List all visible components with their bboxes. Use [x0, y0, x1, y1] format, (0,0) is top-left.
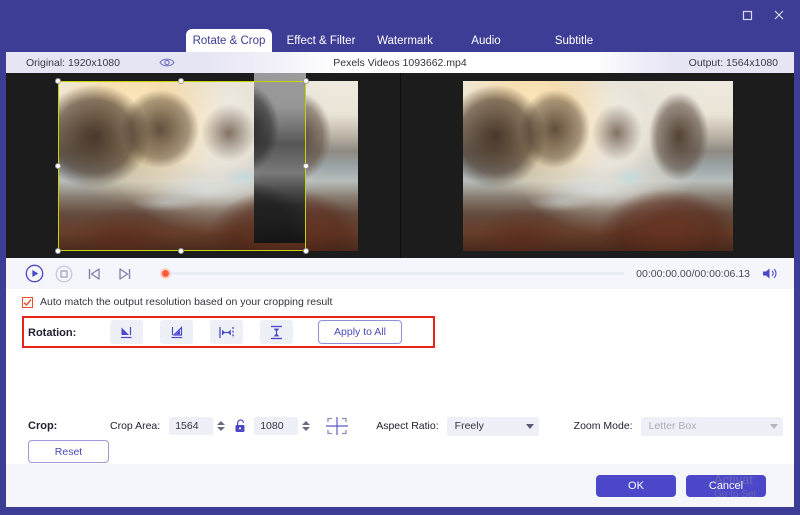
apply-to-all-button[interactable]: Apply to All	[318, 320, 402, 344]
original-video-frame	[58, 81, 358, 251]
aspect-ratio-select[interactable]: Freely	[446, 416, 539, 436]
crop-handle-middle-right[interactable]	[303, 163, 309, 169]
rotate-right-icon[interactable]	[160, 320, 193, 344]
maximize-icon[interactable]	[734, 4, 760, 26]
output-video-frame	[462, 81, 733, 251]
crop-handle-bottom-right[interactable]	[303, 248, 309, 254]
tab-audio[interactable]: Audio	[460, 29, 512, 54]
aspect-ratio-label: Aspect Ratio:	[376, 420, 439, 432]
output-preview[interactable]	[399, 73, 794, 258]
crop-height-input[interactable]: 1080	[254, 417, 299, 435]
zoom-mode-label: Zoom Mode:	[573, 420, 633, 432]
crop-height-stepper[interactable]	[300, 417, 311, 435]
previous-frame-icon[interactable]	[82, 262, 106, 286]
player-bar: 00:00:00.00/00:00:06.13	[6, 258, 794, 289]
chevron-down-icon	[769, 423, 778, 429]
crop-width-input[interactable]: 1564	[169, 417, 214, 435]
stop-icon[interactable]	[52, 262, 76, 286]
crosshair-icon[interactable]	[324, 416, 350, 436]
tab-bar: Rotate & Crop Effect & Filter Watermark …	[0, 27, 800, 54]
crop-label: Crop:	[28, 420, 58, 432]
auto-match-row[interactable]: Auto match the output resolution based o…	[22, 296, 332, 308]
rotate-left-icon[interactable]	[110, 320, 143, 344]
output-info: Output: 1564x1080	[594, 52, 794, 73]
rotate-crop-dialog: Rotate & Crop Effect & Filter Watermark …	[0, 0, 800, 515]
volume-icon[interactable]	[758, 263, 780, 285]
lock-icon[interactable]	[234, 419, 246, 433]
auto-match-label: Auto match the output resolution based o…	[40, 296, 333, 308]
controls-area: Auto match the output resolution based o…	[6, 289, 794, 464]
seek-bar[interactable]	[154, 262, 625, 286]
ok-button[interactable]: OK	[596, 475, 676, 497]
flip-horizontal-icon[interactable]	[210, 320, 243, 344]
original-resolution-label: Original: 1920x1080	[26, 56, 120, 69]
crop-excluded-region	[254, 73, 306, 243]
tab-rotate-crop[interactable]: Rotate & Crop	[186, 29, 272, 54]
crop-handle-top-right[interactable]	[303, 78, 309, 84]
zoom-mode-select: Letter Box	[640, 416, 783, 436]
cancel-button[interactable]: Cancel	[686, 475, 766, 497]
play-icon[interactable]	[22, 262, 46, 286]
original-preview[interactable]	[6, 73, 400, 258]
rotation-buttons: Apply to All	[110, 316, 402, 348]
crop-handle-top-left[interactable]	[55, 78, 61, 84]
main-panel: Original: 1920x1080 Pexels Videos 109366…	[6, 52, 794, 507]
rotation-label: Rotation:	[28, 327, 77, 339]
crop-area-label: Crop Area:	[110, 420, 161, 432]
aspect-ratio-value: Freely	[454, 420, 484, 432]
crop-width-stepper[interactable]	[215, 417, 226, 435]
crop-line: Crop: Crop Area: 1564 1080 Aspect Ratio:…	[28, 415, 800, 437]
original-info: Original: 1920x1080	[6, 52, 336, 73]
tab-subtitle[interactable]: Subtitle	[545, 29, 603, 54]
footer-bar: OK Cancel	[6, 464, 794, 507]
time-display: 00:00:00.00/00:00:06.13	[636, 267, 750, 280]
auto-match-checkbox[interactable]	[22, 296, 33, 308]
title-bar	[0, 0, 800, 30]
close-icon[interactable]	[766, 4, 792, 26]
output-resolution-label: Output: 1564x1080	[688, 56, 778, 69]
tab-effect-filter[interactable]: Effect & Filter	[280, 29, 362, 54]
crop-handle-middle-left[interactable]	[55, 163, 61, 169]
preview-area	[6, 73, 794, 258]
eye-icon[interactable]	[158, 57, 176, 69]
crop-handle-top-center[interactable]	[178, 78, 184, 84]
tab-watermark[interactable]: Watermark	[370, 29, 440, 54]
reset-button[interactable]: Reset	[28, 440, 109, 463]
rotation-label-wrap: Rotation:	[28, 322, 76, 344]
seek-track[interactable]	[168, 272, 625, 275]
crop-handle-bottom-center[interactable]	[178, 248, 184, 254]
next-frame-icon[interactable]	[112, 262, 136, 286]
info-bar: Original: 1920x1080 Pexels Videos 109366…	[6, 52, 794, 73]
crop-handle-bottom-left[interactable]	[55, 248, 61, 254]
zoom-mode-value: Letter Box	[648, 420, 697, 432]
window-controls	[734, 4, 792, 26]
seek-handle[interactable]	[160, 268, 171, 279]
chevron-down-icon	[525, 423, 534, 429]
flip-vertical-icon[interactable]	[260, 320, 293, 344]
